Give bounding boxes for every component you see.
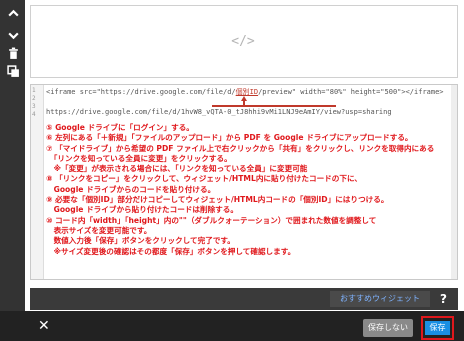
duplicate-icon[interactable] [4,62,22,80]
chevron-down-icon[interactable] [4,26,22,44]
html-widget-editor-panel: </> 1 2 3 4 <iframe src="https://drive.g… [25,0,464,311]
left-toolbar [0,0,25,341]
instruction-line: Google ドライブからのコードを貼り付ける。 [46,184,216,194]
trash-icon[interactable] [4,44,22,62]
line-number-gutter: 1 2 3 4 [31,85,44,279]
instruction-line: ⑥ 左列にある「＋新規」「ファイルのアップロード」から PDF を Google… [46,133,413,143]
code-text: /preview" width="80%" height="500"></ifr… [258,88,444,96]
instruction-line: Google ドライブから貼り付けたコードは削除する。 [46,205,238,215]
individual-id-highlight: 個別ID [235,88,259,96]
instruction-line: 表示サイズを変更可能です。 [46,225,152,235]
instruction-list: ⑤ Google ドライブに「ログイン」する。 ⑥ 左列にある「＋新規」「ファイ… [46,123,456,257]
instruction-line: ⑤ Google ドライブに「ログイン」する。 [46,123,194,132]
help-icon[interactable]: ? [440,289,447,309]
discard-button[interactable]: 保存しない [363,319,413,337]
line-number: 4 [32,111,36,118]
code-icon: </> [231,34,255,49]
editor-scrollbar[interactable] [451,85,457,279]
line-number: 3 [32,103,36,110]
recommend-bar: おすすめウィジェット ? [30,288,458,310]
code-line-url: https://drive.google.com/file/d/1hvW8_vQ… [46,108,392,116]
widget-preview: </> [30,5,458,78]
save-button-highlight: 保存 [421,316,454,340]
line-number: 2 [32,95,36,102]
instruction-line: ※「変更」が表示される場合には、「リンクを知っている全員」に変更可能 [46,164,308,174]
line-number: 1 [32,87,36,94]
chevron-up-icon[interactable] [4,4,22,22]
save-button[interactable]: 保存 [425,321,450,335]
code-text: <iframe src="https://drive.google.com/fi… [46,88,236,96]
instruction-line: ※サイズ変更後の確認はその都度「保存」ボタンを押して確認します。 [46,246,296,256]
instruction-line: ⑩ コード内「width」「height」内の""（ダブルクォーテーション）で囲… [46,215,377,225]
html-code-editor[interactable]: 1 2 3 4 <iframe src="https://drive.googl… [30,84,458,280]
instruction-line: ⑦ 「マイドライブ」から希望の PDF ファイル上で右クリックから「共有」をクリ… [46,143,435,153]
close-icon[interactable]: ✕ [38,318,50,334]
recommended-widgets-button[interactable]: おすすめウィジェット [330,291,430,307]
instruction-line: 数値入力後「保存」ボタンをクリックして完了です。 [46,236,235,246]
instruction-line: ⑧ 「リンクをコピー」をクリックして、ウィジェット/HTML内に貼り付けたコード… [46,174,362,184]
instruction-line: 「リンクを知っている全員に変更」をクリックする。 [46,153,232,163]
instruction-line: ⑨ 必要な「個別ID」部分だけコピーしてウィジェット/HTML内コードの「個別I… [46,195,389,205]
footer-bar: ✕ 保存しない 保存 [0,311,464,341]
